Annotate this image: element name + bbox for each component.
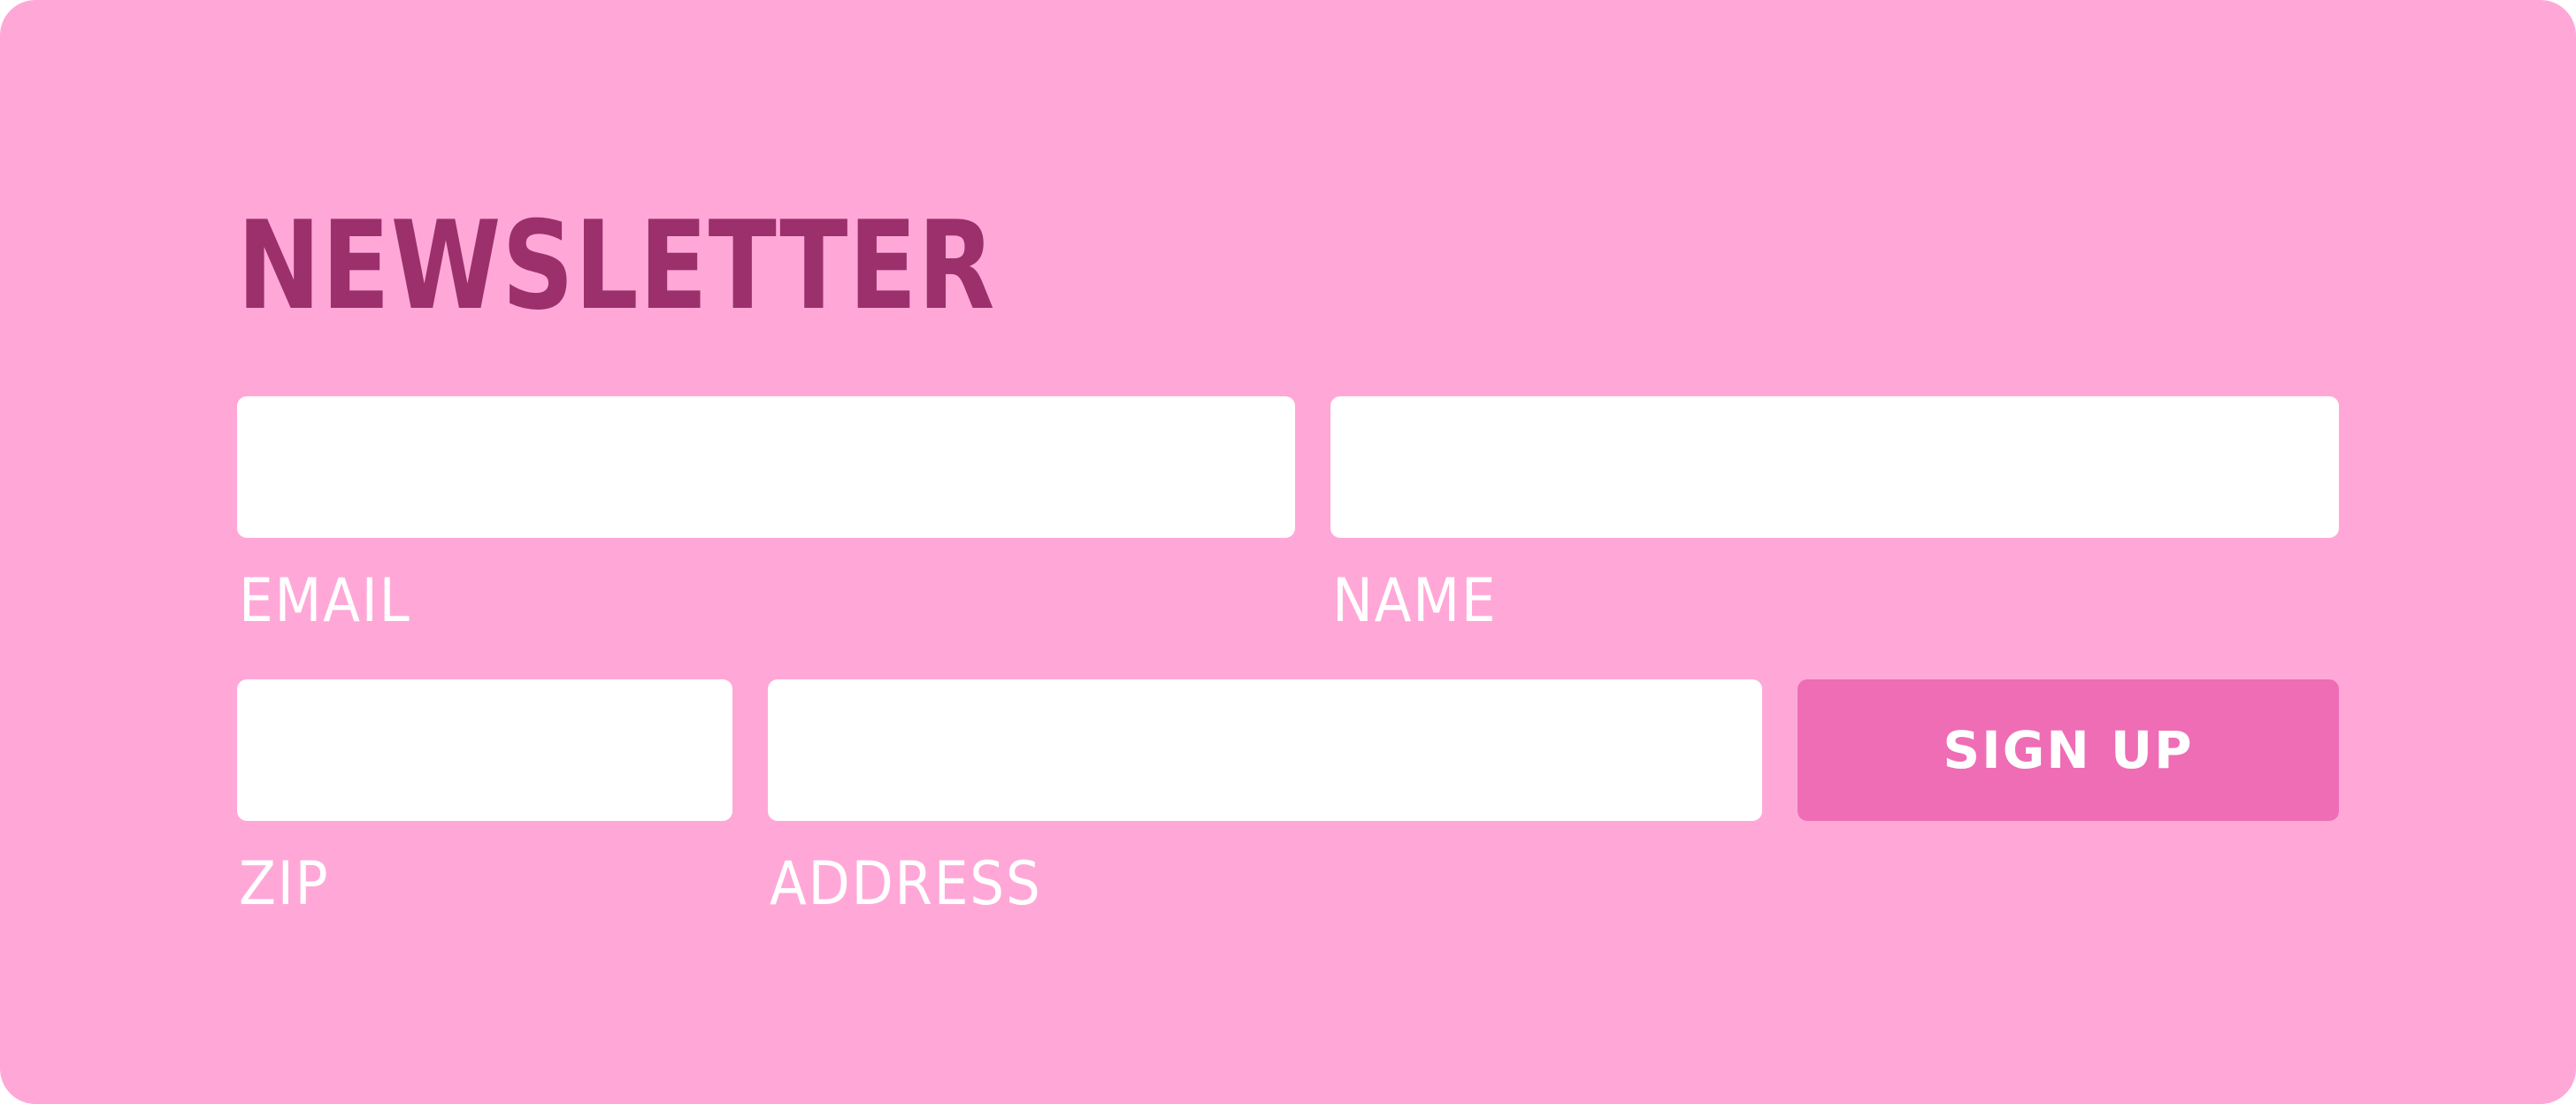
newsletter-title: NEWSLETTER xyxy=(237,195,996,337)
name-label: NAME xyxy=(1332,566,1498,636)
name-field[interactable] xyxy=(1330,396,2339,538)
address-label: ADDRESS xyxy=(770,849,1042,919)
email-field[interactable] xyxy=(237,396,1295,538)
zip-field[interactable] xyxy=(237,679,732,821)
newsletter-card: NEWSLETTER EMAIL NAME ZIP ADDRESS SIGN U… xyxy=(0,0,2576,1104)
address-field[interactable] xyxy=(768,679,1762,821)
zip-label: ZIP xyxy=(239,849,330,919)
sign-up-button[interactable]: SIGN UP xyxy=(1798,679,2339,821)
email-label: EMAIL xyxy=(239,566,411,636)
